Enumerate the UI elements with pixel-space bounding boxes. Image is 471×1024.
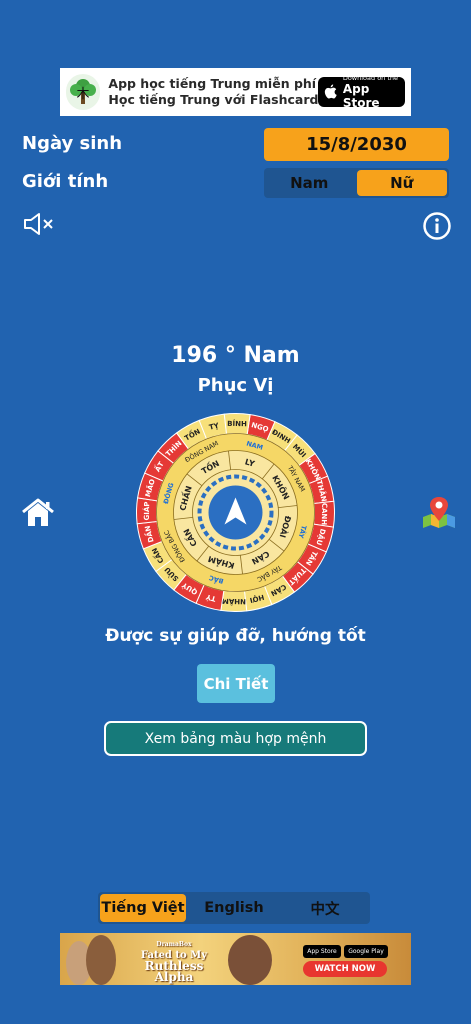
flashcard-app-logo: 木: [66, 74, 101, 110]
compass-degree-heading: 196 ° Nam: [171, 343, 300, 368]
outer-ring-label: CANH: [320, 503, 328, 526]
language-switcher[interactable]: Tiếng Việt English 中文: [98, 892, 370, 924]
birthday-label: Ngày sinh: [22, 133, 123, 154]
direction-name: Phục Vị: [197, 375, 274, 396]
apple-icon: [325, 84, 338, 99]
direction-description: Được sự giúp đỡ, hướng tốt: [105, 626, 366, 646]
gender-option-male[interactable]: Nam: [264, 168, 355, 198]
top-ad-banner[interactable]: 木 App học tiếng Trung miễn phí Học tiếng…: [60, 68, 411, 116]
ad-line-2: Học tiếng Trung với Flashcard: [108, 92, 319, 107]
feng-shui-compass[interactable]: NGỌ ĐINH MÙI KHÔN THÂN CANH DẬU TÂN TUẤT CÀN HỢI NH…: [136, 413, 335, 612]
ad-title-line-3: Alpha: [154, 970, 194, 984]
speaker-mute-icon: [24, 213, 53, 235]
outer-ring-label: BÍNH: [227, 419, 247, 428]
badge-small-text: Download on the: [342, 74, 399, 82]
map-pin-icon: [423, 497, 455, 528]
outer-ring-label: NHÂM: [222, 597, 246, 606]
badge-big-text: App Store: [342, 82, 380, 110]
ad-line-1: App học tiếng Trung miễn phí: [108, 76, 317, 91]
outer-ring-label: GIÁP: [142, 501, 151, 520]
ad-brand: DramaBox: [156, 941, 192, 948]
gender-toggle[interactable]: Nam Nữ: [264, 168, 449, 198]
gender-option-female[interactable]: Nữ: [356, 170, 447, 196]
color-table-button[interactable]: Xem bảng màu hợp mệnh: [104, 721, 367, 756]
home-icon: [22, 498, 54, 526]
home-button[interactable]: [20, 497, 56, 533]
ad-app-store-badge[interactable]: App Store: [303, 945, 341, 958]
language-english[interactable]: English: [186, 894, 282, 922]
compass-dial: NGỌĐINHMÙIKHÔNTHÂNCANHDẬUTÂNTUẤTCÀNHỢINH…: [136, 413, 335, 612]
tree-icon: 木: [70, 79, 97, 104]
ad-hero-image: [228, 935, 272, 985]
ad-drama-title: DramaBox Fated to My Ruthless Alpha: [124, 939, 224, 983]
language-chinese[interactable]: 中文: [282, 894, 368, 922]
language-vietnamese[interactable]: Tiếng Việt: [100, 894, 186, 922]
birthday-date-picker[interactable]: 15/8/2030: [264, 128, 449, 161]
ad-watch-now-button[interactable]: WATCH NOW: [303, 961, 387, 977]
ad-google-play-badge[interactable]: Google Play: [344, 945, 388, 958]
gender-label: Giới tính: [22, 171, 109, 192]
logo-character: 木: [77, 87, 90, 102]
map-button[interactable]: [421, 495, 457, 533]
info-button[interactable]: [422, 211, 452, 245]
app-store-badge[interactable]: Download on the App Store: [318, 74, 405, 110]
bottom-ad-banner[interactable]: DramaBox Fated to My Ruthless Alpha App …: [60, 933, 411, 985]
detail-button[interactable]: Chi Tiết: [197, 664, 275, 703]
sound-toggle-button[interactable]: [22, 211, 54, 241]
ad-actor-image: [86, 935, 116, 985]
info-icon: [423, 212, 451, 240]
